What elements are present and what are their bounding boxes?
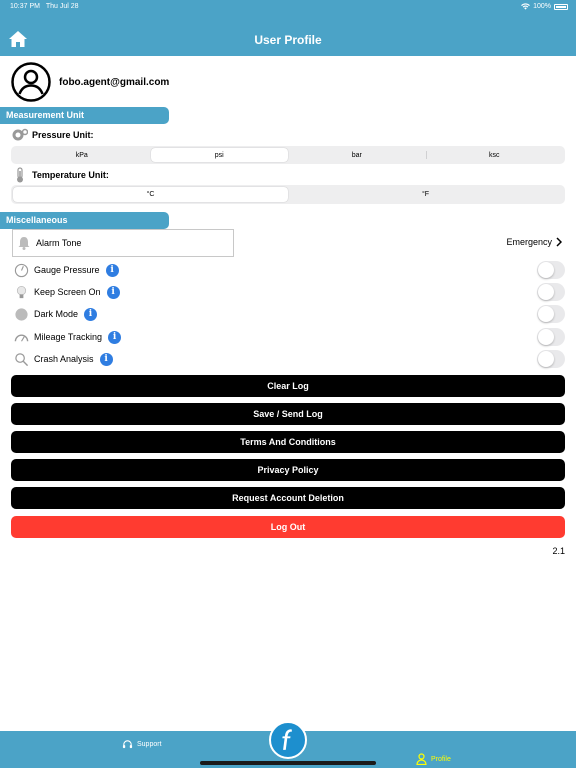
section-measurement-unit: Measurement Unit bbox=[0, 107, 169, 124]
info-icon[interactable]: i bbox=[108, 330, 122, 344]
temperature-unit-row: Temperature Unit: bbox=[12, 167, 109, 183]
dark-mode-row: Dark Mode i bbox=[14, 305, 565, 323]
pressure-unit-row: Pressure Unit: bbox=[12, 127, 94, 143]
pressure-option-ksc[interactable]: ksc bbox=[425, 148, 564, 162]
info-icon[interactable]: i bbox=[84, 307, 98, 321]
chevron-right-icon bbox=[556, 237, 562, 247]
gauge-pressure-label: Gauge Pressure bbox=[34, 265, 100, 275]
temperature-unit-selector: °C °F bbox=[11, 185, 565, 204]
keep-screen-on-row: Keep Screen On i bbox=[14, 283, 565, 301]
alarm-tone-value[interactable]: Emergency bbox=[506, 237, 562, 247]
mileage-tracking-row: Mileage Tracking i bbox=[14, 328, 565, 346]
privacy-policy-button[interactable]: Privacy Policy bbox=[11, 459, 565, 481]
page-title: User Profile bbox=[254, 33, 322, 47]
save-send-log-button[interactable]: Save / Send Log bbox=[11, 403, 565, 425]
pressure-option-bar[interactable]: bar bbox=[288, 148, 426, 162]
temperature-option-celsius[interactable]: °C bbox=[13, 187, 288, 202]
status-bar: 10:37 PM Thu Jul 28 100% bbox=[0, 0, 576, 14]
mileage-tracking-label: Mileage Tracking bbox=[34, 332, 103, 342]
request-account-deletion-button[interactable]: Request Account Deletion bbox=[11, 487, 565, 509]
log-out-button[interactable]: Log Out bbox=[11, 516, 565, 538]
gauge-pressure-row: Gauge Pressure i bbox=[14, 261, 565, 279]
status-time: 10:37 PM Thu Jul 28 bbox=[10, 3, 79, 10]
crash-analysis-label: Crash Analysis bbox=[34, 354, 94, 364]
temperature-option-fahrenheit[interactable]: °F bbox=[288, 187, 563, 202]
headset-icon bbox=[122, 740, 133, 749]
user-avatar-icon bbox=[11, 62, 51, 102]
wifi-icon bbox=[521, 3, 530, 10]
profile-summary: fobo.agent@gmail.com bbox=[11, 62, 169, 102]
alarm-tone-row[interactable]: Alarm Tone bbox=[12, 229, 234, 257]
dark-mode-label: Dark Mode bbox=[34, 309, 79, 319]
section-miscellaneous: Miscellaneous bbox=[0, 212, 169, 229]
moon-icon bbox=[15, 307, 28, 321]
dark-mode-toggle[interactable] bbox=[537, 305, 565, 323]
nav-bar: User Profile bbox=[0, 14, 576, 56]
keep-screen-on-label: Keep Screen On bbox=[34, 287, 101, 297]
thermometer-icon bbox=[17, 167, 23, 183]
bell-icon bbox=[18, 237, 30, 250]
gauge-pressure-icon bbox=[14, 263, 29, 277]
tab-profile-label: Profile bbox=[431, 755, 451, 763]
light-bulb-icon bbox=[16, 285, 27, 298]
app-version: 2.1 bbox=[552, 546, 565, 556]
tab-profile[interactable]: Profile bbox=[416, 739, 451, 768]
app-logo-icon[interactable] bbox=[269, 721, 307, 759]
user-email: fobo.agent@gmail.com bbox=[59, 76, 170, 88]
alarm-tone-selected: Emergency bbox=[506, 237, 552, 247]
temperature-unit-label: Temperature Unit: bbox=[32, 170, 109, 180]
speedometer-icon bbox=[14, 333, 29, 342]
mileage-tracking-toggle[interactable] bbox=[537, 328, 565, 346]
tab-support-label: Support bbox=[137, 741, 162, 748]
info-icon[interactable]: i bbox=[105, 263, 119, 277]
home-indicator bbox=[200, 761, 376, 765]
pressure-option-kpa[interactable]: kPa bbox=[13, 148, 151, 162]
gauge-icon bbox=[12, 128, 28, 141]
battery-icon bbox=[554, 3, 568, 10]
person-icon bbox=[416, 753, 427, 765]
info-icon[interactable]: i bbox=[106, 285, 120, 299]
status-right: 100% bbox=[521, 3, 568, 10]
tab-support[interactable]: Support bbox=[122, 739, 162, 750]
pressure-option-psi[interactable]: psi bbox=[150, 148, 288, 162]
battery-percent: 100% bbox=[533, 3, 551, 10]
magnifier-icon bbox=[15, 352, 29, 366]
pressure-unit-label: Pressure Unit: bbox=[32, 130, 94, 140]
alarm-tone-label: Alarm Tone bbox=[36, 238, 82, 248]
crash-analysis-toggle[interactable] bbox=[537, 350, 565, 368]
terms-and-conditions-button[interactable]: Terms And Conditions bbox=[11, 431, 565, 453]
keep-screen-on-toggle[interactable] bbox=[537, 283, 565, 301]
clear-log-button[interactable]: Clear Log bbox=[11, 375, 565, 397]
crash-analysis-row: Crash Analysis i bbox=[14, 350, 565, 368]
gauge-pressure-toggle[interactable] bbox=[537, 261, 565, 279]
info-icon[interactable]: i bbox=[99, 352, 113, 366]
pressure-unit-selector: kPa psi bar ksc bbox=[11, 146, 565, 164]
